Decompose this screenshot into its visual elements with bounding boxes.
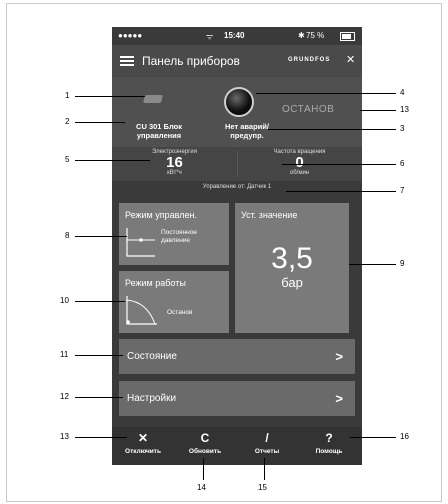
callout-16: 16 xyxy=(400,432,409,441)
help-icon: ? xyxy=(325,431,333,445)
leader-line xyxy=(264,458,265,480)
signal-icon: ●●●●● xyxy=(118,31,143,40)
tab-refresh[interactable]: C Обновить xyxy=(174,427,236,465)
tab-reports[interactable]: / Отчеты xyxy=(236,427,298,465)
leader-line xyxy=(75,397,123,398)
tab-refresh-label: Обновить xyxy=(188,448,222,455)
disconnect-icon: ✕ xyxy=(137,431,149,445)
status-bar: ●●●●● ᯤ 15:40 ✱ 75 % xyxy=(112,27,362,45)
status-panel: ОСТАНОВ CU 301 Блок управления Нет авари… xyxy=(112,77,362,147)
nav-bar: Панель приборов GRUNDFOS ✕ xyxy=(112,45,362,77)
tab-disconnect-label: Отключить xyxy=(125,448,161,455)
leader-line xyxy=(75,355,123,356)
clock: 15:40 xyxy=(224,31,245,40)
refresh-icon: C xyxy=(200,431,210,445)
tab-help-label: Помощь xyxy=(315,448,343,455)
control-unit-label: CU 301 Блок управления xyxy=(136,122,182,140)
alarm-status: Нет аварий/ предупр. xyxy=(225,122,269,140)
speed-value: 0 xyxy=(295,154,304,171)
energy-value: 16 xyxy=(166,154,183,171)
energy-unit: кВт*ч xyxy=(167,170,182,176)
callout-4: 4 xyxy=(400,88,405,97)
control-mode-tile[interactable]: Режим управлен. Постоянное давление xyxy=(119,203,229,265)
setpoint-title: Уст. значение xyxy=(241,210,298,220)
close-icon[interactable]: ✕ xyxy=(346,53,355,66)
leader-line xyxy=(349,264,396,265)
tab-bar: ✕ Отключить C Обновить / Отчеты ? Помощь xyxy=(112,427,362,465)
menu-icon[interactable] xyxy=(120,56,134,66)
pump-icon xyxy=(224,87,254,117)
stop-status: ОСТАНОВ xyxy=(282,104,335,115)
callout-14: 14 xyxy=(197,483,206,492)
leader-line xyxy=(75,96,145,97)
settings-row[interactable]: Настройки > xyxy=(119,381,355,416)
callout-13-disconnect: 13 xyxy=(60,432,69,441)
callout-11: 11 xyxy=(60,350,69,359)
constant-pressure-icon xyxy=(126,228,155,257)
setpoint-value: 3,5 xyxy=(271,242,313,275)
speed-unit: об/мин xyxy=(289,170,310,176)
control-mode-value: Постоянное давление xyxy=(161,229,197,244)
battery-percent: 75 % xyxy=(306,31,325,40)
callout-12: 12 xyxy=(60,392,69,401)
reports-icon: / xyxy=(265,431,269,445)
callout-8: 8 xyxy=(65,231,70,240)
operating-mode-title: Режим работы xyxy=(125,278,186,288)
chevron-right-icon: > xyxy=(335,391,343,406)
energy-metric: Электроэнергия 16 кВт*ч xyxy=(112,147,237,181)
callout-15: 15 xyxy=(258,483,267,492)
leader-line xyxy=(75,437,127,438)
callout-1: 1 xyxy=(65,91,70,100)
leader-line xyxy=(75,236,127,237)
tab-help[interactable]: ? Помощь xyxy=(298,427,360,465)
battery-icon xyxy=(340,32,355,41)
control-mode-title: Режим управлен. xyxy=(125,210,197,220)
settings-row-label: Настройки xyxy=(127,393,177,404)
chevron-right-icon: > xyxy=(335,349,343,364)
leader-line xyxy=(268,129,396,130)
callout-13-stop: 13 xyxy=(400,105,409,114)
leader-line xyxy=(286,191,396,192)
leader-line xyxy=(360,110,396,111)
tab-disconnect[interactable]: ✕ Отключить xyxy=(112,427,174,465)
stopped-curve-icon xyxy=(126,296,157,325)
status-row[interactable]: Состояние > xyxy=(119,339,355,374)
control-unit-icon xyxy=(142,95,164,103)
leader-line xyxy=(75,122,125,123)
grundfos-logo: GRUNDFOS xyxy=(288,57,331,63)
status-row-label: Состояние xyxy=(127,351,177,362)
callout-2: 2 xyxy=(65,117,70,126)
callout-5: 5 xyxy=(65,155,70,164)
leader-line xyxy=(282,164,396,165)
leader-line xyxy=(203,458,204,480)
operating-mode-tile[interactable]: Режим работы Останов xyxy=(119,271,229,333)
leader-line xyxy=(256,93,396,94)
callout-6: 6 xyxy=(400,159,405,168)
setpoint-tile[interactable]: Уст. значение 3,5 бар xyxy=(235,203,349,333)
operating-mode-value: Останов xyxy=(167,309,193,316)
callout-7: 7 xyxy=(400,186,405,195)
setpoint-unit: бар xyxy=(281,275,303,290)
control-source: Управление от: Датчик 1 xyxy=(202,184,272,190)
wifi-icon: ᯤ xyxy=(206,32,214,41)
leader-line xyxy=(75,160,150,161)
bluetooth-icon: ✱ xyxy=(298,31,305,40)
tab-reports-label: Отчеты xyxy=(254,448,280,455)
callout-9: 9 xyxy=(400,259,405,268)
leader-line xyxy=(350,437,396,438)
callout-10: 10 xyxy=(60,296,69,305)
page-title: Панель приборов xyxy=(142,54,240,68)
leader-line xyxy=(75,301,125,302)
callout-3: 3 xyxy=(400,124,405,133)
